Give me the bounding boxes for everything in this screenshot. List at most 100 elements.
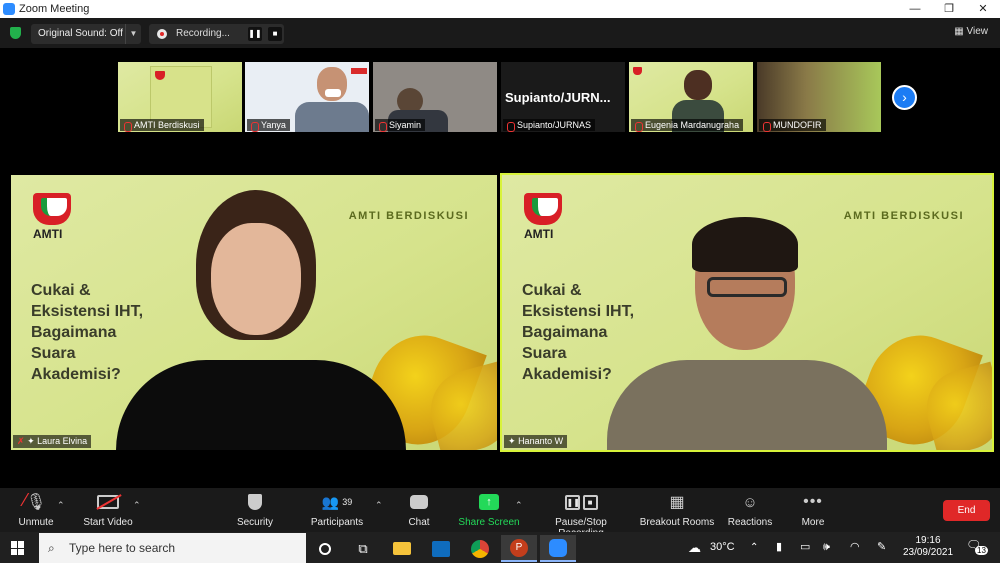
recording-dot-icon [157, 29, 167, 39]
end-meeting-button[interactable]: End [943, 500, 990, 521]
close-button[interactable]: ✕ [966, 0, 1000, 18]
person-hair [692, 217, 798, 272]
task-view-icon[interactable]: ⧉ [345, 535, 381, 562]
slide-heading: AMTI BERDISKUSI [348, 210, 469, 222]
clock-time: 19:16 [915, 535, 941, 546]
thumbnail-name: AMTI Berdiskusi [120, 119, 204, 132]
participant-thumbnail[interactable]: AMTI Berdiskusi [118, 62, 242, 132]
participant-name: Hananto W [518, 436, 564, 446]
share-options-caret[interactable]: ⌃ [515, 500, 523, 511]
thumbnail-name: MUNDOFIR [759, 119, 826, 132]
amti-logo: AMTI [33, 193, 75, 251]
participant-name: Laura Elvina [37, 436, 88, 446]
clock-date: 23/09/2021 [902, 547, 954, 558]
search-placeholder: Type here to search [69, 541, 176, 555]
battery-icon[interactable]: ▭ [800, 532, 810, 563]
taskbar-search-box[interactable]: ⌕ Type here to search [39, 533, 306, 563]
maximize-button[interactable]: ❐ [932, 0, 966, 18]
notifications-icon[interactable]: 🗨 13 [966, 538, 988, 558]
video-options-caret[interactable]: ⌃ [133, 500, 141, 511]
clock[interactable]: 19:16 23/09/2021 [902, 535, 954, 559]
recording-indicator: Recording... ❚❚ ■ [149, 24, 284, 44]
usb-device-icon[interactable]: ▮ [776, 532, 782, 563]
chevron-right-icon: › [902, 89, 907, 105]
file-explorer-icon[interactable] [384, 535, 420, 562]
start-video-label: Start Video [83, 517, 133, 528]
thumbnail-name: Yanya [247, 119, 290, 132]
volume-icon[interactable]: 🕪 [823, 532, 830, 563]
person-body [295, 102, 369, 132]
person-face [211, 223, 301, 335]
stop-icon: ■ [582, 494, 598, 510]
participants-count: 39 [342, 497, 353, 507]
participants-icon: 👥 [321, 493, 340, 510]
windows-start-icon[interactable] [11, 541, 25, 555]
slide-title-line: Bagaimana [522, 324, 608, 341]
stop-recording-icon[interactable]: ■ [268, 27, 282, 41]
amti-logo-icon [155, 71, 165, 80]
chevron-down-icon[interactable]: ▼ [125, 24, 141, 44]
pen-icon[interactable]: ✎ [877, 532, 886, 563]
participant-thumbnail[interactable]: Eugenia Mardanugraha [629, 62, 753, 132]
thumbnail-name: Eugenia Mardanugraha [631, 119, 744, 132]
next-page-button[interactable]: › [892, 85, 917, 110]
more-dots-icon: ••• [803, 493, 823, 510]
participant-thumbnail[interactable]: Siyamin [373, 62, 497, 132]
more-label: More [801, 517, 825, 528]
meeting-topbar: Original Sound: Off ▼ Recording... ❚❚ ■ … [0, 18, 1000, 48]
cortana-icon[interactable] [307, 535, 343, 562]
amti-logo-icon [633, 67, 642, 75]
video-tile-hananto-w[interactable]: AMTI AMTI BERDISKUSI Cukai & Eksistensi … [500, 173, 994, 452]
more-button[interactable]: ••• More [763, 492, 863, 528]
chrome-icon[interactable] [462, 535, 498, 562]
outlook-icon[interactable] [423, 535, 459, 562]
participant-thumbnail[interactable]: Supianto/JURN... Supianto/JURNAS [501, 62, 625, 132]
start-video-button[interactable]: Start Video [58, 492, 158, 528]
video-name-label: ✦ Hananto W [504, 435, 568, 448]
slide-title-line: Cukai & [522, 282, 582, 299]
original-sound-button[interactable]: Original Sound: Off ▼ [31, 24, 141, 44]
chat-bubble-icon [410, 495, 428, 509]
powerpoint-icon[interactable]: P [501, 535, 537, 562]
security-shield-icon [248, 494, 262, 510]
zoom-app-icon [3, 3, 15, 15]
encryption-shield-icon[interactable] [10, 27, 21, 39]
tray-chevron-up-icon[interactable]: ⌃ [750, 532, 758, 563]
weather-temperature[interactable]: 30°C [710, 532, 735, 563]
recording-label: Recording... [176, 28, 230, 39]
person-body [607, 360, 887, 450]
window-titlebar: Zoom Meeting — ❐ ✕ [0, 0, 1000, 18]
video-off-icon [96, 494, 122, 510]
logo-text: AMTI [33, 227, 63, 241]
glasses-icon [707, 277, 787, 297]
slide-title-line: Eksistensi IHT, [522, 303, 635, 320]
pause-icon: ❚❚ [564, 494, 580, 510]
view-label: View [966, 26, 989, 37]
participant-thumbnail[interactable]: Yanya [245, 62, 369, 132]
amti-shield-icon [524, 193, 562, 225]
slide-title-line: Eksistensi IHT, [31, 303, 144, 320]
video-tile-laura-elvina[interactable]: AMTI AMTI BERDISKUSI Cukai & Eksistensi … [11, 175, 497, 450]
share-screen-icon: ↑ [479, 494, 499, 510]
view-button[interactable]: ▦ View [954, 26, 988, 37]
participant-thumbnail[interactable]: MUNDOFIR [757, 62, 881, 132]
wifi-icon[interactable]: ◠ [850, 532, 860, 563]
slide-title-line: Suara [31, 345, 76, 362]
weather-icon: ☁ [688, 540, 701, 555]
search-icon: ⌕ [48, 541, 55, 555]
pin-icon: ✦ [508, 436, 516, 446]
meeting-toolbar: 🎙 ⁄ Unmute ⌃ Start Video ⌃ Security 👥 39 P… [0, 488, 1000, 539]
windows-taskbar: ⌕ Type here to search ⧉ P ☁ 30°C ⌃ ▮ ▭ 🕪… [0, 532, 1000, 563]
logo-text: AMTI [524, 227, 554, 241]
logo-icon [351, 68, 367, 74]
smiley-icon: ☺ [742, 493, 758, 511]
notifications-count: 13 [975, 546, 988, 555]
zoom-taskbar-icon[interactable] [540, 535, 576, 562]
person-head [684, 70, 712, 100]
grid-view-icon: ▦ [954, 26, 964, 37]
minimize-button[interactable]: — [898, 0, 932, 18]
muted-mic-icon: 🎙 ⁄ [23, 490, 47, 511]
slide-heading: AMTI BERDISKUSI [843, 210, 964, 222]
share-screen-button[interactable]: ↑ Share Screen [439, 492, 539, 528]
pause-recording-icon[interactable]: ❚❚ [248, 27, 262, 41]
